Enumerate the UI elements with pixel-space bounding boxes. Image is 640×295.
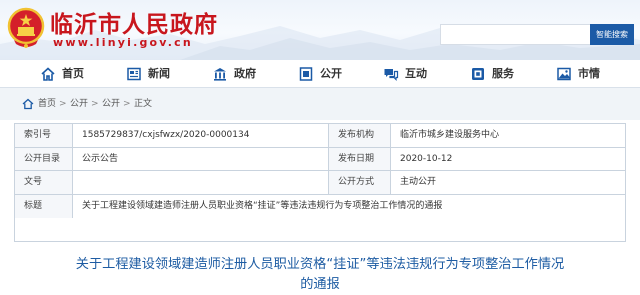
nav-item-news[interactable]: 新闻 bbox=[126, 60, 176, 88]
smart-search-button[interactable]: 智能搜索 bbox=[590, 24, 634, 45]
government-building-icon bbox=[214, 68, 226, 81]
breadcrumb-separator: > bbox=[59, 99, 67, 109]
table-row: 索引号 1585729837/cxjsfwzx/2020-0000134 发布机… bbox=[15, 124, 625, 148]
home-icon bbox=[41, 67, 55, 81]
breadcrumb-separator: > bbox=[91, 99, 99, 109]
search-input[interactable] bbox=[440, 24, 590, 45]
national-emblem-icon bbox=[7, 7, 45, 48]
nav-label: 服务 bbox=[492, 67, 514, 80]
catalog-label: 公开目录 bbox=[15, 147, 73, 171]
breadcrumb: 首页 > 公开 > 公开 > 正文 bbox=[0, 88, 640, 120]
breadcrumb-separator: > bbox=[123, 99, 131, 109]
chat-bubbles-icon bbox=[384, 69, 399, 81]
breadcrumb-item-open-2[interactable]: 公开 bbox=[102, 88, 120, 120]
city-icon bbox=[557, 67, 571, 81]
nav-item-open[interactable]: 公开 bbox=[298, 60, 348, 88]
index-label: 索引号 bbox=[15, 124, 73, 147]
nav-label: 政府 bbox=[234, 67, 256, 80]
nav-label: 市情 bbox=[578, 67, 600, 80]
docno-value bbox=[73, 171, 329, 194]
article-title-line-1: 关于工程建设领域建造师注册人员职业资格“挂证”等违法违规行为专项整治工作情况 bbox=[75, 257, 565, 272]
nav-label: 新闻 bbox=[148, 67, 170, 80]
article-title-line-2: 的通报 bbox=[300, 277, 340, 292]
site-title: 临沂市人民政府 bbox=[50, 11, 218, 38]
breadcrumb-item-open[interactable]: 公开 bbox=[70, 88, 88, 120]
table-row: 公开目录 公示公告 发布日期 2020-10-12 bbox=[15, 147, 625, 172]
docno-label: 文号 bbox=[15, 171, 73, 194]
document-info-table: 索引号 1585729837/cxjsfwzx/2020-0000134 发布机… bbox=[14, 123, 626, 242]
publisher-label: 发布机构 bbox=[329, 124, 391, 147]
site-url: www.linyi.gov.cn bbox=[53, 36, 193, 49]
nav-item-government[interactable]: 政府 bbox=[212, 60, 262, 88]
method-value: 主动公开 bbox=[400, 177, 437, 188]
nav-item-interaction[interactable]: 互动 bbox=[383, 60, 433, 88]
catalog-value: 公示公告 bbox=[73, 147, 329, 171]
title-value: 关于工程建设领域建造师注册人员职业资格“挂证”等违法违规行为专项整治工作情况的通… bbox=[82, 200, 443, 211]
table-row: 文号 公开方式 主动公开 bbox=[15, 171, 625, 195]
table-row: 标题 关于工程建设领域建造师注册人员职业资格“挂证”等违法违规行为专项整治工作情… bbox=[15, 194, 625, 219]
method-label: 公开方式 bbox=[329, 171, 391, 194]
nav-label: 公开 bbox=[320, 67, 342, 80]
date-value: 2020-10-12 bbox=[400, 153, 453, 164]
nav-label: 首页 bbox=[62, 67, 84, 80]
article-title: 关于工程建设领域建造师注册人员职业资格“挂证”等违法违规行为专项整治工作情况 的… bbox=[20, 255, 620, 295]
breadcrumb-item-home[interactable]: 首页 bbox=[38, 88, 56, 120]
title-label: 标题 bbox=[15, 194, 73, 219]
nav-item-city[interactable]: 市情 bbox=[556, 60, 606, 88]
newspaper-icon bbox=[127, 67, 141, 81]
nav-item-service[interactable]: 服务 bbox=[470, 60, 520, 88]
date-label: 发布日期 bbox=[329, 147, 391, 171]
publisher-value: 临沂市城乡建设服务中心 bbox=[400, 130, 500, 140]
nav-item-home[interactable]: 首页 bbox=[40, 60, 90, 88]
service-icon bbox=[472, 68, 484, 80]
site-header: 临沂市人民政府 www.linyi.gov.cn 智能搜索 bbox=[0, 0, 640, 60]
breadcrumb-home-icon bbox=[22, 98, 34, 110]
nav-label: 互动 bbox=[405, 67, 427, 80]
breadcrumb-item-current: 正文 bbox=[134, 99, 153, 109]
open-document-icon bbox=[299, 67, 313, 81]
main-nav: 首页 新闻 政府 公开 互动 服务 市情 bbox=[0, 60, 640, 88]
index-value: 1585729837/cxjsfwzx/2020-0000134 bbox=[73, 124, 329, 147]
